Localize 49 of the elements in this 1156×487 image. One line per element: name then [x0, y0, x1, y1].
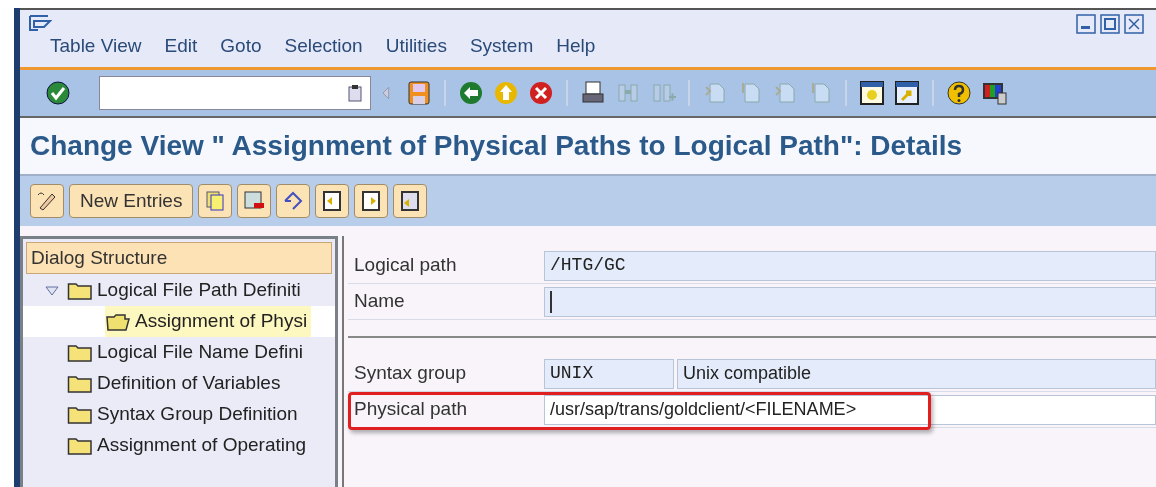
command-field[interactable]: [99, 76, 371, 110]
input-field[interactable]: [544, 286, 1156, 317]
field-label: Name: [353, 289, 406, 314]
input-field[interactable]: UNIX: [544, 358, 674, 389]
clipboard-icon[interactable]: [348, 84, 362, 102]
menu-item[interactable]: Selection: [284, 32, 363, 61]
input-field[interactable]: /usr/sap/trans/goldclient/<FILENAME>: [544, 394, 1156, 425]
text-cursor: [550, 290, 552, 313]
shortcut-window-icon[interactable]: [893, 79, 921, 107]
tree-item[interactable]: Syntax Group Definition: [67, 399, 302, 430]
field-label: Physical path: [353, 397, 468, 422]
new-window-icon[interactable]: [858, 79, 886, 107]
left-arrow-circle-icon[interactable]: [457, 79, 485, 107]
collapse-triangle-icon[interactable]: [45, 285, 59, 296]
tree-item[interactable]: Assignment of Operating: [67, 430, 311, 461]
toolbar-button[interactable]: [393, 184, 428, 218]
folder-icon: [67, 280, 93, 301]
help-icon[interactable]: [945, 79, 973, 107]
field-label: Logical path: [353, 253, 458, 278]
maximize-icon[interactable]: [1100, 14, 1120, 34]
folder-icon: [67, 404, 93, 425]
open-folder-icon: [105, 311, 131, 332]
new-entries-button[interactable]: New Entries: [69, 184, 194, 218]
menu-item[interactable]: Goto: [220, 32, 262, 61]
toolbar-button[interactable]: [276, 184, 311, 218]
field-label: Syntax group: [353, 361, 467, 386]
tree-item[interactable]: Definition of Variables: [67, 368, 285, 399]
tree-item[interactable]: Logical File Name Defini: [67, 337, 307, 368]
panel-header: Dialog Structure: [26, 242, 332, 274]
enter-check-icon[interactable]: [44, 79, 72, 107]
folder-icon: [67, 342, 93, 363]
menu-item[interactable]: Utilities: [385, 32, 447, 61]
folder-icon: [67, 435, 93, 456]
menu-item[interactable]: System: [469, 32, 534, 61]
window-menu-icon[interactable]: [28, 14, 52, 34]
tree-item[interactable]: Assignment of Physi: [105, 306, 312, 337]
menu-item[interactable]: Help: [556, 32, 596, 61]
input-field[interactable]: /HTG/GC: [544, 250, 1156, 281]
screen-title: Change View " Assignment of Physical Paths to Logical Path": Details: [30, 129, 963, 163]
folder-icon: [67, 373, 93, 394]
tree-item[interactable]: Logical File Path Definiti: [67, 275, 305, 306]
minimize-icon[interactable]: [1076, 14, 1096, 34]
cancel-circle-icon[interactable]: [527, 79, 555, 107]
description-field[interactable]: Unix compatible: [677, 358, 1156, 389]
toolbar-button[interactable]: [354, 184, 389, 218]
toolbar-button[interactable]: [315, 184, 350, 218]
menu-item[interactable]: Table View: [50, 32, 142, 61]
close-icon[interactable]: [1124, 14, 1144, 34]
menu-item[interactable]: Edit: [164, 32, 198, 61]
